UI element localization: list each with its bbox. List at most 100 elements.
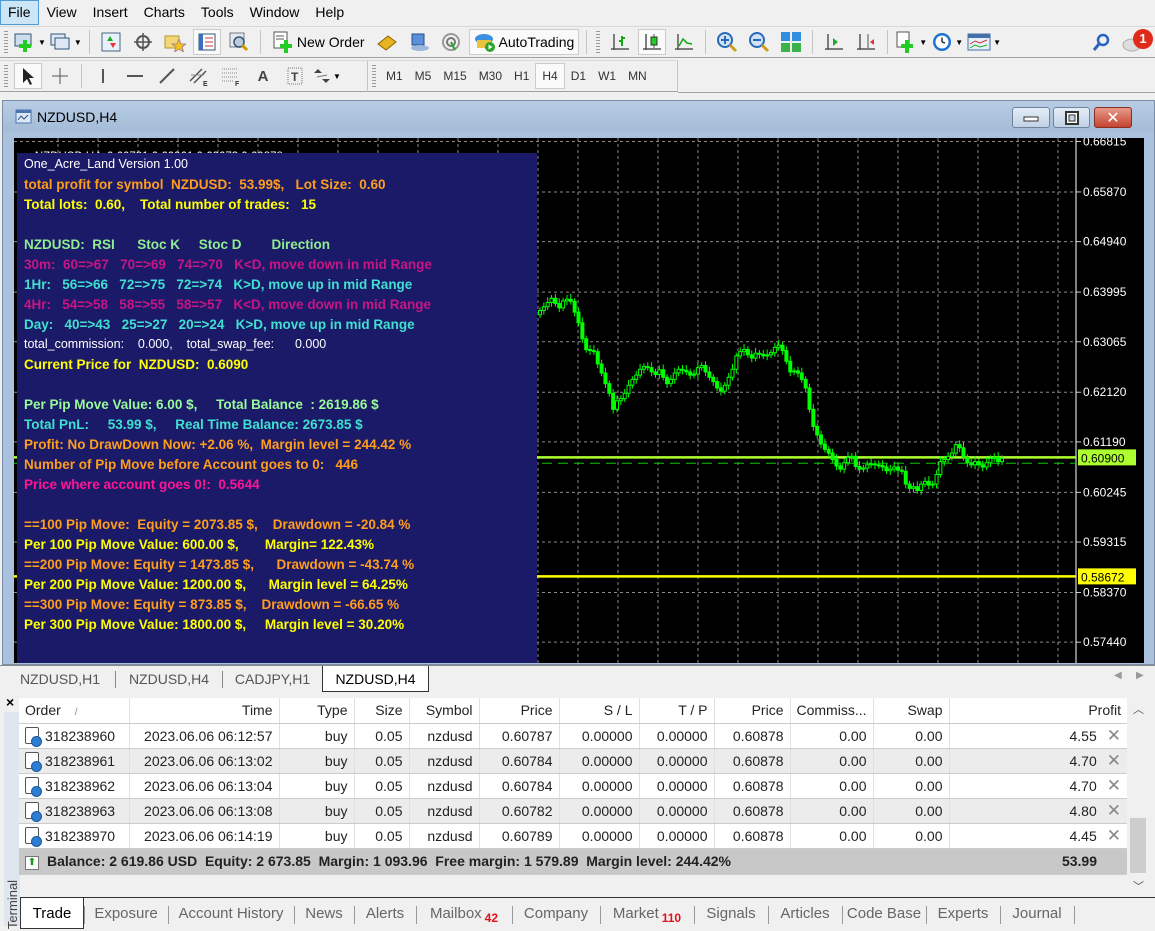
timeframe-m5[interactable]: M5	[409, 63, 438, 89]
scroll-up-icon[interactable]: ︿	[1133, 701, 1144, 717]
chart-window-titlebar[interactable]: NZDUSD,H4 ✕	[3, 101, 1154, 131]
column-symbol[interactable]: Symbol	[409, 698, 480, 724]
profiles-button[interactable]: ▼	[50, 29, 82, 55]
autoscroll-button[interactable]	[852, 29, 880, 55]
chart-tab-nzdusd-h4[interactable]: NZDUSD,H4	[118, 666, 220, 692]
close-order-icon[interactable]: ✕	[1107, 751, 1121, 770]
toolbar-grip[interactable]	[4, 65, 8, 87]
strategy-tester-button[interactable]	[225, 29, 253, 55]
maximize-button[interactable]	[1053, 107, 1090, 128]
column-sl[interactable]: S / L	[559, 698, 640, 724]
search-button[interactable]	[1087, 29, 1115, 55]
trendline-button[interactable]	[153, 63, 181, 89]
menu-charts[interactable]: Charts	[136, 0, 193, 25]
close-order-icon[interactable]: ✕	[1107, 826, 1121, 845]
vertical-line-button[interactable]	[89, 63, 117, 89]
autotrading-button[interactable]: AutoTrading	[468, 29, 580, 55]
chart-tab-nzdusd-h1[interactable]: NZDUSD,H1	[8, 666, 112, 692]
timeframe-m15[interactable]: M15	[437, 63, 472, 89]
indicators-button[interactable]: ▼	[895, 29, 927, 55]
new-chart-button[interactable]: ▼	[14, 29, 46, 55]
terminal-tab-mailbox[interactable]: Mailbox 42	[416, 898, 512, 929]
close-button[interactable]: ✕	[1094, 107, 1132, 128]
timeframe-d1[interactable]: D1	[565, 63, 592, 89]
crosshair-button[interactable]	[129, 29, 157, 55]
horizontal-line-button[interactable]	[121, 63, 149, 89]
column-type[interactable]: Type	[279, 698, 355, 724]
toolbar-grip[interactable]	[372, 65, 376, 87]
terminal-tab-market[interactable]: Market 110	[600, 898, 694, 929]
signals-button[interactable]	[405, 29, 433, 55]
close-order-icon[interactable]: ✕	[1107, 801, 1121, 820]
menu-window[interactable]: Window	[242, 0, 308, 25]
column-profit[interactable]: Profit	[949, 698, 1127, 724]
navigator-button[interactable]	[192, 29, 221, 55]
terminal-tab-experts[interactable]: Experts	[926, 898, 1000, 929]
terminal-tab-code-base[interactable]: Code Base	[842, 898, 926, 929]
timeframe-mn[interactable]: MN	[622, 63, 653, 89]
scrollbar-thumb[interactable]	[1130, 818, 1146, 873]
chart-tab-cadjpy-h1[interactable]: CADJPY,H1	[225, 666, 320, 692]
terminal-tab-company[interactable]: Company	[512, 898, 600, 929]
toolbar-grip[interactable]	[4, 31, 8, 53]
bar-chart-button[interactable]	[606, 29, 634, 55]
cursor-button[interactable]	[14, 63, 42, 89]
column-order[interactable]: Order /	[19, 698, 130, 724]
metaeditor-button[interactable]	[373, 29, 401, 55]
terminal-tab-signals[interactable]: Signals	[694, 898, 768, 929]
column-commission[interactable]: Commiss...	[790, 698, 874, 724]
favorites-button[interactable]	[161, 29, 189, 55]
terminal-tab-news[interactable]: News	[294, 898, 354, 929]
table-row[interactable]: 318238960 2023.06.06 06:12:57 buy 0.05 nzdus…	[19, 723, 1127, 749]
table-row[interactable]: 318238962 2023.06.06 06:13:04 buy 0.05 nzdus…	[19, 773, 1127, 799]
menu-insert[interactable]: Insert	[85, 0, 136, 25]
close-order-icon[interactable]: ✕	[1107, 726, 1121, 745]
text-label-button[interactable]: T	[281, 63, 309, 89]
tile-windows-button[interactable]	[777, 29, 805, 55]
terminal-tab-alerts[interactable]: Alerts	[354, 898, 416, 929]
table-row[interactable]: 318238961 2023.06.06 06:13:02 buy 0.05 nzdus…	[19, 748, 1127, 774]
terminal-tab-journal[interactable]: Journal	[1000, 898, 1074, 929]
vertical-scrollbar[interactable]: ︿ ﹀	[1128, 698, 1148, 896]
templates-button[interactable]: ▼	[967, 29, 1001, 55]
terminal-tab-account-history[interactable]: Account History	[168, 898, 294, 929]
timeframe-m30[interactable]: M30	[473, 63, 508, 89]
column-size[interactable]: Size	[354, 698, 410, 724]
table-row[interactable]: 318238970 2023.06.06 06:14:19 buy 0.05 nzdus…	[19, 823, 1127, 849]
column-swap[interactable]: Swap	[873, 698, 950, 724]
column-price[interactable]: Price	[479, 698, 560, 724]
table-row[interactable]: 318238963 2023.06.06 06:13:08 buy 0.05 nzdus…	[19, 798, 1127, 824]
text-button[interactable]: A	[249, 63, 277, 89]
equidistant-channel-button[interactable]: E	[185, 63, 213, 89]
terminal-tab-trade[interactable]: Trade	[20, 898, 84, 929]
close-order-icon[interactable]: ✕	[1107, 776, 1121, 795]
timeframe-h4[interactable]: H4	[535, 63, 565, 89]
menu-file[interactable]: File	[0, 0, 39, 25]
column-current-price[interactable]: Price	[714, 698, 791, 724]
scroll-down-icon[interactable]: ﹀	[1133, 878, 1144, 894]
minimize-button[interactable]	[1012, 107, 1050, 128]
terminal-tab-articles[interactable]: Articles	[768, 898, 842, 929]
arrows-button[interactable]: ▼	[313, 63, 341, 89]
column-time[interactable]: Time	[129, 698, 280, 724]
terminal-close-icon[interactable]: ×	[6, 694, 14, 710]
scroll-right-icon[interactable]: ▶	[1136, 670, 1144, 681]
menu-tools[interactable]: Tools	[193, 0, 242, 25]
menu-view[interactable]: View	[39, 0, 85, 25]
menu-help[interactable]: Help	[307, 0, 352, 25]
radio-button[interactable]	[437, 29, 465, 55]
market-watch-button[interactable]	[97, 29, 125, 55]
line-chart-button[interactable]	[670, 29, 698, 55]
chat-button[interactable]: 1	[1119, 29, 1153, 55]
scroll-left-icon[interactable]: ◀	[1114, 670, 1122, 681]
fibonacci-button[interactable]: F	[217, 63, 245, 89]
periods-button[interactable]: ▼	[931, 29, 963, 55]
chart-shift-button[interactable]	[820, 29, 848, 55]
timeframe-h1[interactable]: H1	[508, 63, 535, 89]
timeframe-w1[interactable]: W1	[592, 63, 622, 89]
terminal-tab-exposure[interactable]: Exposure	[84, 898, 168, 929]
toolbar-grip[interactable]	[596, 31, 601, 53]
zoom-in-button[interactable]	[713, 29, 741, 55]
candlestick-button[interactable]	[638, 29, 667, 55]
zoom-out-button[interactable]	[745, 29, 773, 55]
